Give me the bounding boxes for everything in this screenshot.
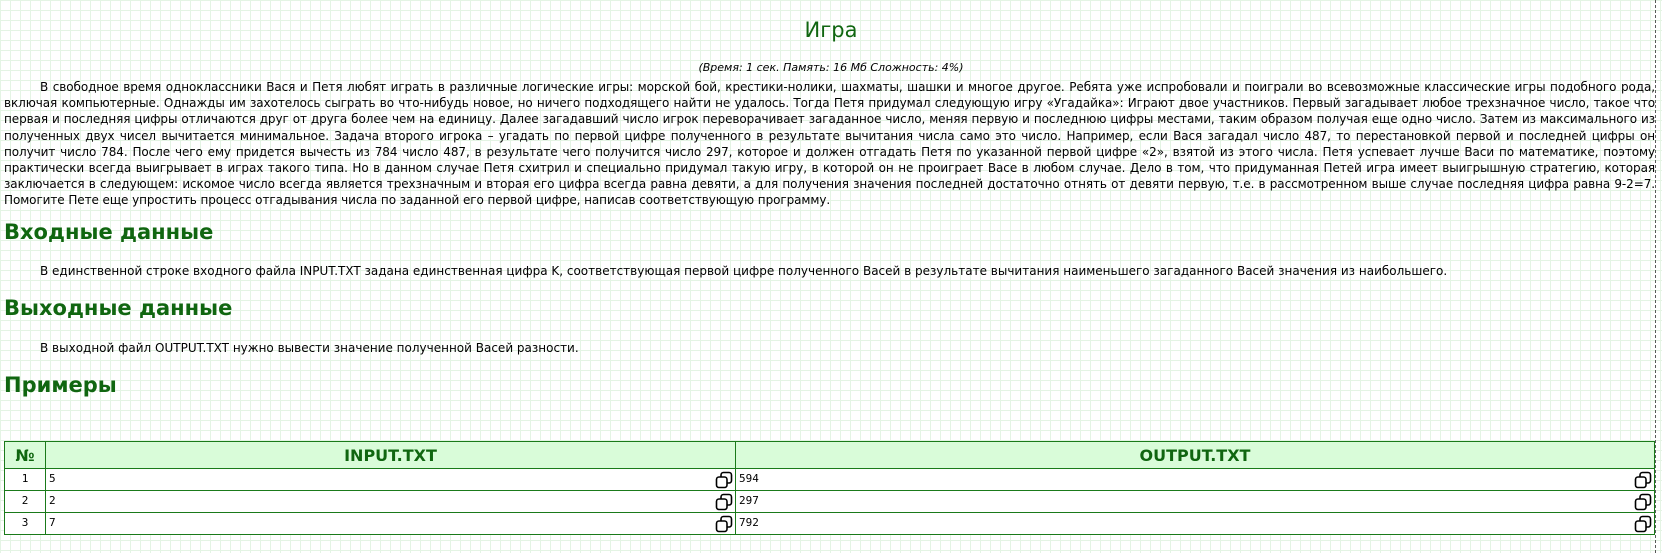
column-header-number: № (4, 441, 46, 469)
input-cell: 2 (45, 490, 736, 513)
input-cell: 7 (45, 512, 736, 535)
examples-header-row: № INPUT.TXT OUTPUT.TXT (4, 441, 1655, 469)
row-number: 1 (4, 468, 46, 491)
copy-icon[interactable] (1634, 515, 1652, 533)
copy-icon[interactable] (1634, 493, 1652, 511)
page-edge-divider (1655, 0, 1656, 553)
output-value: 594 (739, 472, 759, 485)
output-value: 792 (739, 516, 759, 529)
row-number: 3 (4, 512, 46, 535)
copy-icon[interactable] (715, 515, 733, 533)
input-value: 7 (49, 516, 56, 529)
output-description: В выходной файл OUTPUT.TXT нужно вывести… (40, 341, 579, 355)
output-cell: 297 (735, 490, 1655, 513)
examples-heading: Примеры (4, 373, 117, 397)
output-heading: Выходные данные (4, 296, 233, 320)
output-cell: 792 (735, 512, 1655, 535)
input-heading: Входные данные (4, 220, 214, 244)
problem-title: Игра (804, 18, 858, 42)
input-value: 2 (49, 494, 56, 507)
input-value: 5 (49, 472, 56, 485)
examples-table: № INPUT.TXT OUTPUT.TXT 1 5 594 2 2 297 3… (4, 441, 1655, 535)
column-header-output: OUTPUT.TXT (735, 441, 1655, 469)
table-row: 3 7 792 (4, 512, 1655, 535)
table-row: 2 2 297 (4, 490, 1655, 513)
copy-icon[interactable] (715, 471, 733, 489)
row-number: 2 (4, 490, 46, 513)
output-value: 297 (739, 494, 759, 507)
input-cell: 5 (45, 468, 736, 491)
problem-limits: (Время: 1 сек. Память: 16 Мб Сложность: … (698, 61, 964, 74)
problem-statement: В свободное время одноклассники Вася и П… (4, 80, 1655, 208)
table-row: 1 5 594 (4, 468, 1655, 491)
column-header-input: INPUT.TXT (45, 441, 736, 469)
output-cell: 594 (735, 468, 1655, 491)
input-description: В единственной строке входного файла INP… (40, 264, 1448, 278)
copy-icon[interactable] (1634, 471, 1652, 489)
copy-icon[interactable] (715, 493, 733, 511)
